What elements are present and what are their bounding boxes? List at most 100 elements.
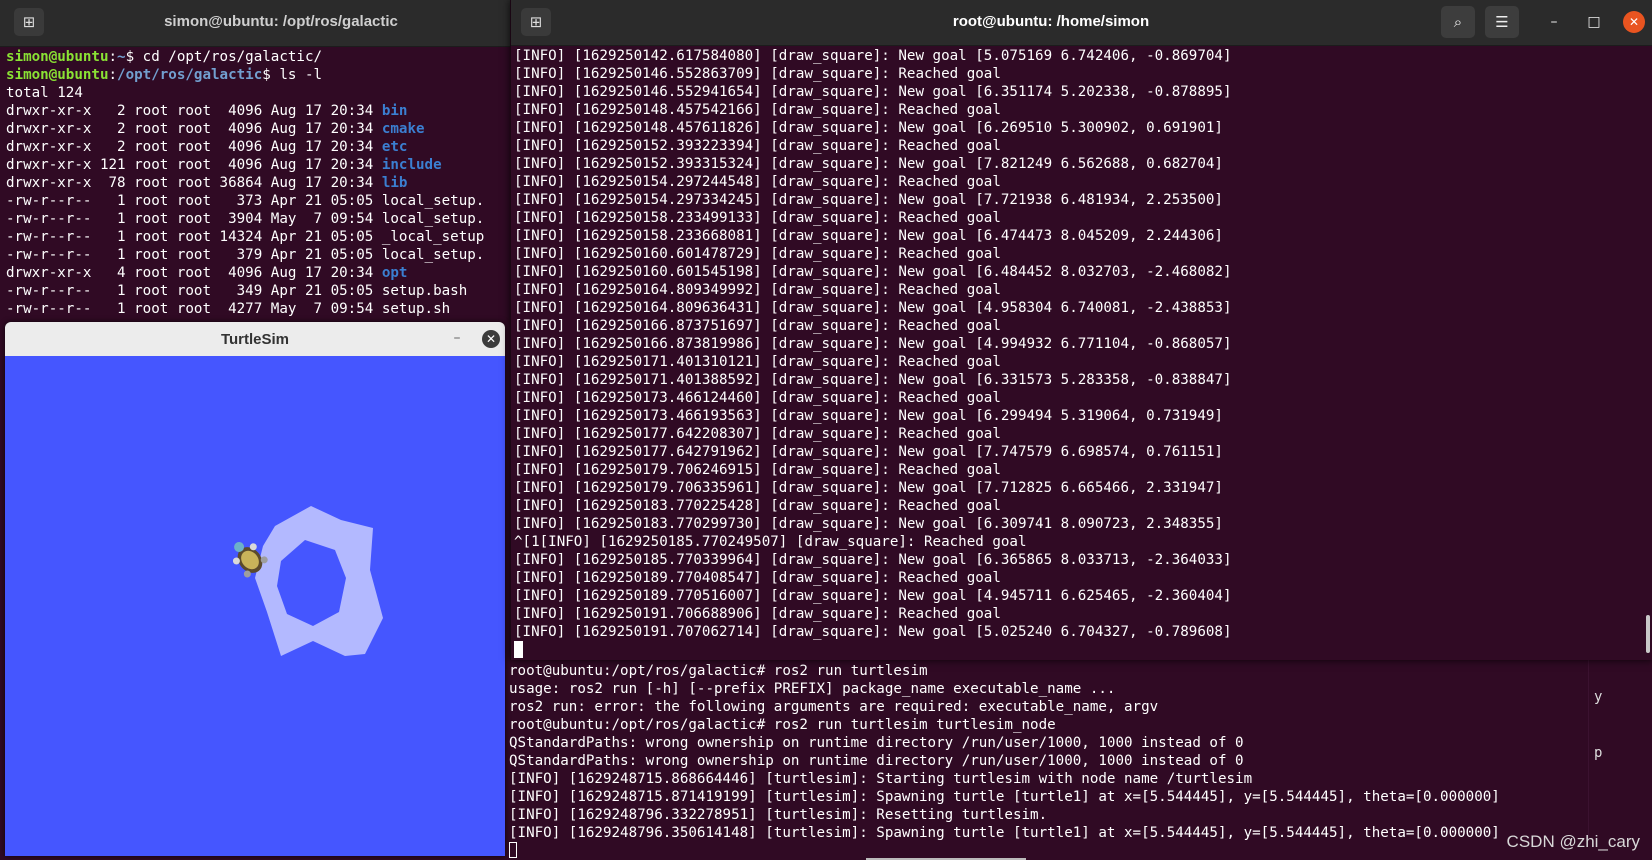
log-line: [INFO] [1629250164.809349992] [draw_squa… [514,282,1001,298]
log-line: QStandardPaths: wrong ownership on runti… [509,753,1244,769]
log-line: [INFO] [1629250148.457611826] [draw_squa… [514,120,1223,136]
log-line: QStandardPaths: wrong ownership on runti… [509,735,1244,751]
log-line: [INFO] [1629250146.552941654] [draw_squa… [514,84,1232,100]
listing-row: -rw-r--r-- 1 root root 379 Apr 21 05:05 … [6,246,484,264]
file-meta: drwxr-xr-x 2 root root 4096 Aug 17 20:34 [6,103,382,119]
right-terminal-title: root@ubuntu: /home/simon [952,13,1150,30]
log-line: [INFO] [1629250164.809636431] [draw_squa… [514,300,1232,316]
background-window-char: y [1594,689,1603,705]
log-line: [INFO] [1629250189.770408547] [draw_squa… [514,570,1001,586]
log-line: [INFO] [1629250191.706688906] [draw_squa… [514,606,1001,622]
close-icon[interactable]: ✕ [1623,11,1645,33]
right-terminal-window[interactable]: ⊞ root@ubuntu: /home/simon ⌕ ☰ – □ ✕ [IN… [510,0,1652,660]
turtlesim-canvas [5,356,505,856]
log-line: [INFO] [1629248796.332278951] [turtlesim… [509,807,1048,823]
prompt-separator: : [108,49,118,65]
log-line: [INFO] [1629250177.642208307] [draw_squa… [514,426,1001,442]
left-terminal-output: simon@ubuntu:~$ cd /opt/ros/galactic/sim… [6,48,484,318]
prompt-path: /opt/ros/galactic [117,67,263,83]
listing-total: total 124 [6,85,83,101]
log-line: [INFO] [1629250152.393223394] [draw_squa… [514,138,1001,154]
prompt-line: simon@ubuntu:/opt/ros/galactic$ ls -l [6,66,484,84]
file-name: cmake [381,121,425,137]
file-name: _local_setup [381,229,485,245]
turtlesim-drawing [232,506,383,656]
log-line: [INFO] [1629250152.393315324] [draw_squa… [514,156,1223,172]
listing-row: drwxr-xr-x 2 root root 4096 Aug 17 20:34… [6,138,484,156]
right-terminal-output: [INFO] [1629250142.617584080] [draw_squa… [514,47,1232,659]
scrollbar[interactable] [1646,615,1650,653]
menu-icon[interactable]: ☰ [1485,6,1519,38]
log-line: ^[1[INFO] [1629250185.770249507] [draw_s… [514,534,1027,550]
file-meta: -rw-r--r-- 1 root root 379 Apr 21 05:05 [6,247,382,263]
log-line: [INFO] [1629250160.601478729] [draw_squa… [514,246,1001,262]
listing-row: -rw-r--r-- 1 root root 14324 Apr 21 05:0… [6,228,484,246]
window-edge [1588,660,1589,840]
listing-row: drwxr-xr-x 2 root root 4096 Aug 17 20:34… [6,120,484,138]
close-icon[interactable]: ✕ [482,330,500,348]
log-line: [INFO] [1629250166.873819986] [draw_squa… [514,336,1232,352]
log-line: [INFO] [1629248796.350614148] [turtlesim… [509,825,1500,841]
file-name: include [381,157,442,173]
log-line: usage: ros2 run [-h] [--prefix PREFIX] p… [509,681,1116,697]
file-meta: drwxr-xr-x 78 root root 36864 Aug 17 20:… [6,175,382,191]
log-line: root@ubuntu:/opt/ros/galactic# ros2 run … [509,663,928,679]
bottom-terminal-window[interactable]: root@ubuntu:/opt/ros/galactic# ros2 run … [506,660,1652,860]
prompt-line: simon@ubuntu:~$ cd /opt/ros/galactic/ [6,48,484,66]
log-line: [INFO] [1629250179.706335961] [draw_squa… [514,480,1223,496]
log-line: [INFO] [1629250189.770516007] [draw_squa… [514,588,1232,604]
text-cursor [514,641,523,658]
log-line: [INFO] [1629250191.707062714] [draw_squa… [514,624,1232,640]
maximize-icon[interactable]: □ [1583,11,1605,33]
right-terminal-header[interactable]: ⊞ root@ubuntu: /home/simon ⌕ ☰ – □ ✕ [511,0,1652,46]
cursor-line [514,641,1232,659]
log-line: [INFO] [1629250171.401310121] [draw_squa… [514,354,1001,370]
new-tab-icon[interactable]: ⊞ [521,8,551,36]
text-cursor [509,842,517,858]
log-line: ros2 run: error: the following arguments… [509,699,1159,715]
background-window-char: p [1594,745,1603,761]
listing-row: drwxr-xr-x 4 root root 4096 Aug 17 20:34… [6,264,484,282]
file-meta: -rw-r--r-- 1 root root 349 Apr 21 05:05 [6,283,382,299]
turtlesim-titlebar[interactable]: TurtleSim – ✕ [5,322,505,356]
minimize-icon[interactable]: – [1543,11,1565,33]
file-name: opt [381,265,408,281]
bottom-terminal-output: root@ubuntu:/opt/ros/galactic# ros2 run … [509,662,1500,860]
file-meta: drwxr-xr-x 121 root root 4096 Aug 17 20:… [6,157,382,173]
log-line: [INFO] [1629250171.401388592] [draw_squa… [514,372,1232,388]
log-line: [INFO] [1629250185.770339964] [draw_squa… [514,552,1232,568]
turtle-trail [255,506,383,656]
file-meta: -rw-r--r-- 1 root root 14324 Apr 21 05:0… [6,229,382,245]
listing-row: drwxr-xr-x 121 root root 4096 Aug 17 20:… [6,156,484,174]
prompt-user: simon@ubuntu [6,67,109,83]
search-icon[interactable]: ⌕ [1441,6,1475,38]
log-line: [INFO] [1629250154.297334245] [draw_squa… [514,192,1223,208]
watermark: CSDN @zhi_cary [1506,832,1640,851]
file-name: setup.bash [381,283,468,299]
log-line: [INFO] [1629250158.233499133] [draw_squa… [514,210,1001,226]
listing-row: drwxr-xr-x 78 root root 36864 Aug 17 20:… [6,174,484,192]
minimize-icon[interactable]: – [447,326,467,350]
log-line: [INFO] [1629250148.457542166] [draw_squa… [514,102,1001,118]
prompt-separator: : [108,67,118,83]
file-name: bin [381,103,408,119]
file-meta: drwxr-xr-x 2 root root 4096 Aug 17 20:34 [6,139,382,155]
turtlesim-window[interactable]: TurtleSim – ✕ [5,322,505,856]
log-line: [INFO] [1629250183.770299730] [draw_squa… [514,516,1223,532]
file-meta: -rw-r--r-- 1 root root 4277 May 7 09:54 [6,301,382,317]
log-line: [INFO] [1629250179.706246915] [draw_squa… [514,462,1001,478]
file-meta: -rw-r--r-- 1 root root 373 Apr 21 05:05 [6,193,382,209]
log-line: [INFO] [1629248715.871419199] [turtlesim… [509,789,1500,805]
left-terminal-title: simon@ubuntu: /opt/ros/galactic [164,13,398,30]
log-line: [INFO] [1629248715.868664446] [turtlesim… [509,771,1253,787]
log-line: [INFO] [1629250154.297244548] [draw_squa… [514,174,1001,190]
log-line: [INFO] [1629250177.642791962] [draw_squa… [514,444,1223,460]
listing-row: -rw-r--r-- 1 root root 4277 May 7 09:54 … [6,300,484,318]
file-name: etc [381,139,408,155]
file-name: lib [381,175,408,191]
listing-row: -rw-r--r-- 1 root root 373 Apr 21 05:05 … [6,192,484,210]
log-line: root@ubuntu:/opt/ros/galactic# ros2 run … [509,717,1056,733]
file-name: local_setup. [381,211,485,227]
prompt-path: ~ [117,49,126,65]
new-tab-icon[interactable]: ⊞ [14,8,44,36]
